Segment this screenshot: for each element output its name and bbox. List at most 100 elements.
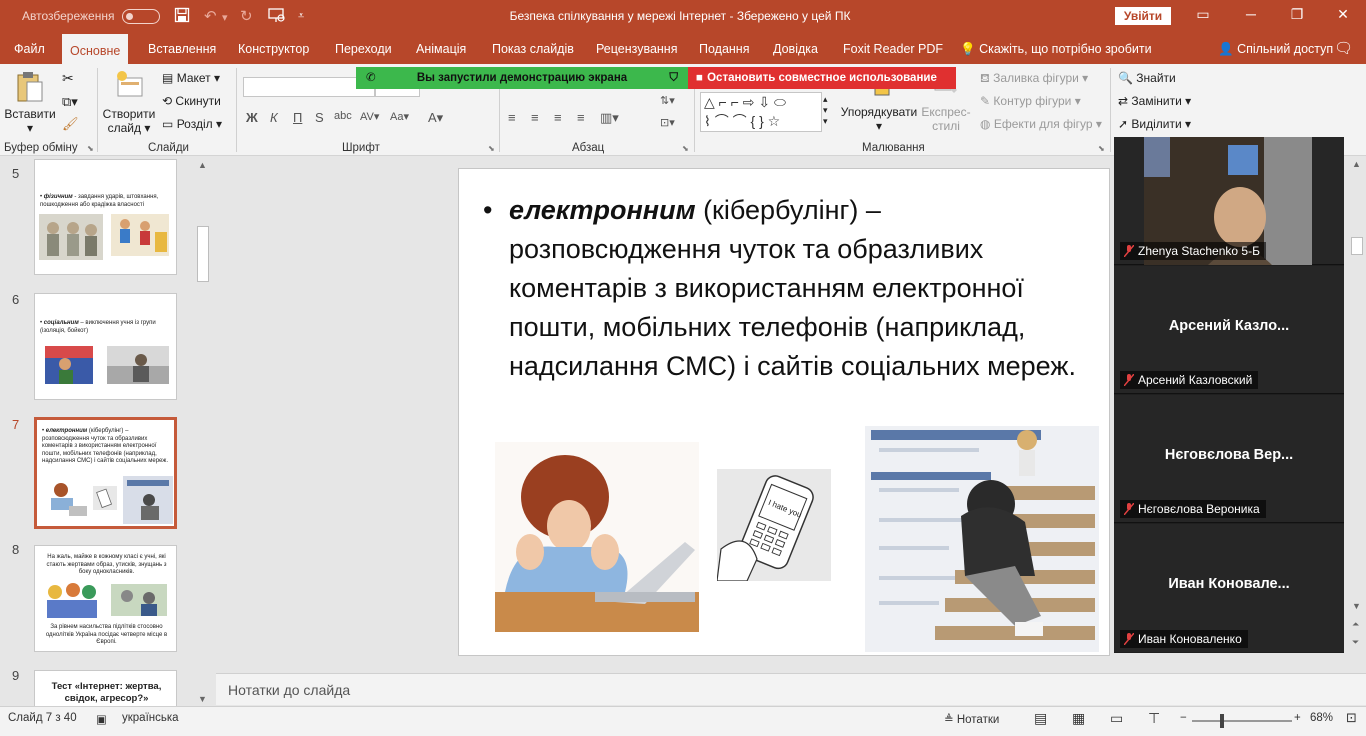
spellcheck-icon[interactable]: ▣	[96, 712, 107, 726]
zoom-slider[interactable]	[1192, 714, 1292, 728]
slide-thumbnail-9[interactable]: Тест «Інтернет: жертва, свідок, агресор?…	[34, 670, 177, 707]
new-slide-button[interactable]: Створити слайд ▾	[100, 70, 158, 135]
char-spacing-icon[interactable]: abc	[334, 110, 352, 122]
scrollbar-thumb[interactable]	[197, 226, 209, 282]
reading-view-icon[interactable]: ▭	[1110, 710, 1123, 727]
participant-tile[interactable]: Нєговєлова Вер... Нєговєлова Вероника	[1114, 395, 1344, 523]
reset-button[interactable]: ⟲ Скинути	[162, 94, 221, 108]
bullet: •	[483, 195, 493, 225]
slideshow-view-icon[interactable]: ⊤	[1148, 710, 1160, 727]
paste-button[interactable]: Вставити ▾	[4, 70, 56, 135]
paragraph-launcher-icon[interactable]: ⬊	[682, 144, 689, 153]
align-text-icon[interactable]: ⊡▾	[660, 116, 675, 129]
slide-thumbnail-6[interactable]: • соціальним – виключення учня із групи …	[34, 293, 177, 400]
scroll-up-icon[interactable]: ▲	[198, 160, 207, 170]
comments-icon[interactable]: 🗨	[1326, 34, 1361, 64]
minimize-icon[interactable]: ─	[1236, 6, 1266, 22]
slide-image-boy-stairs[interactable]	[865, 426, 1099, 652]
slide-thumbnail-7[interactable]: • електронним (кібербулінг) – розповсюдж…	[34, 417, 177, 529]
slide-image-phone[interactable]: I hate you	[717, 469, 831, 581]
restore-icon[interactable]: ❐	[1282, 6, 1312, 23]
drawing-launcher-icon[interactable]: ⬊	[1098, 144, 1105, 153]
notes-toggle[interactable]: ≜ Нотатки	[944, 712, 999, 726]
tab-slideshow[interactable]: Показ слайдів	[484, 34, 582, 64]
scroll-up-icon[interactable]: ▲	[1352, 159, 1361, 169]
participant-tile[interactable]: Иван Коновале... Иван Коноваленко	[1114, 524, 1344, 652]
share-tab[interactable]: 👤 Спільний доступ	[1210, 34, 1341, 64]
participant-tile[interactable]: Арсений Казло... Арсений Казловский	[1114, 266, 1344, 394]
zoom-slider-handle[interactable]	[1220, 714, 1224, 728]
shape-fill-button[interactable]: ⛾ Заливка фігури ▾	[980, 71, 1088, 87]
replace-button[interactable]: ⇄ Замінити ▾	[1118, 94, 1191, 108]
strikethrough-icon[interactable]: S	[315, 110, 324, 125]
clear-formatting-icon[interactable]: A▾	[428, 110, 443, 126]
tab-file[interactable]: Файл	[6, 34, 53, 64]
start-slideshow-icon[interactable]	[268, 7, 286, 27]
slide-image-girl-laptop[interactable]	[495, 442, 699, 632]
character-spacing-icon[interactable]: AV▾	[360, 110, 379, 123]
fit-slide-icon[interactable]: ⊡	[1346, 710, 1357, 726]
format-painter-icon[interactable]: 🖌	[62, 116, 79, 132]
slide-sorter-icon[interactable]: ▦	[1072, 710, 1085, 727]
tab-view[interactable]: Подання	[691, 34, 757, 64]
tab-home[interactable]: Основне	[62, 34, 129, 64]
italic-icon[interactable]: К	[270, 110, 278, 125]
scroll-down-icon[interactable]: ▼	[1352, 601, 1361, 611]
scroll-down-icon[interactable]: ▼	[198, 694, 207, 704]
tell-me-search[interactable]: 💡 Скажіть, що потрібно зробити	[952, 34, 1160, 64]
cut-icon[interactable]: ✂	[62, 70, 74, 87]
shape-outline-button[interactable]: ✎ Контур фігури ▾	[980, 94, 1081, 108]
text-direction-icon[interactable]: ⇅▾	[660, 94, 675, 107]
align-right-icon[interactable]: ≡	[554, 110, 562, 125]
scrollbar-thumb[interactable]	[1351, 237, 1363, 255]
underline-icon[interactable]: П	[293, 110, 302, 125]
ribbon-display-icon[interactable]: ▭	[1188, 6, 1218, 23]
font-launcher-icon[interactable]: ⬊	[488, 144, 495, 153]
slide-thumbnail-8[interactable]: На жаль, майже в кожному класі є учні, я…	[34, 545, 177, 652]
copy-icon[interactable]: ⧉▾	[62, 94, 78, 110]
select-button[interactable]: ➚ Виділити ▾	[1118, 117, 1191, 131]
signin-button[interactable]: Увійти	[1115, 7, 1171, 25]
shape-effects-button[interactable]: ◍ Ефекти для фігур ▾	[980, 117, 1102, 131]
align-left-icon[interactable]: ≡	[508, 110, 516, 125]
tab-insert[interactable]: Вставлення	[140, 34, 224, 64]
next-slide-icon[interactable]: ⏷	[1352, 637, 1359, 648]
justify-icon[interactable]: ≡	[577, 110, 585, 125]
thumbnails-scrollbar[interactable]: ▲ ▼	[196, 160, 210, 704]
customize-qat-icon[interactable]: ⩡	[298, 10, 304, 23]
redo-icon[interactable]: ↻	[240, 7, 253, 25]
slide-thumbnail-5[interactable]: • фізичним - завдання ударів, штовхання,…	[34, 159, 177, 275]
section-button[interactable]: ▭ Розділ ▾	[162, 117, 222, 131]
normal-view-icon[interactable]: ▤	[1034, 710, 1047, 727]
current-slide[interactable]: • електронним (кібербулінг) – розповсюдж…	[458, 168, 1110, 656]
columns-icon[interactable]: ▥▾	[600, 110, 619, 126]
tab-design[interactable]: Конструктор	[230, 34, 317, 64]
zoom-out-icon[interactable]: −	[1180, 712, 1187, 724]
find-button[interactable]: 🔍 Знайти	[1118, 71, 1176, 85]
previous-slide-icon[interactable]: ⏶	[1352, 619, 1359, 630]
tab-help[interactable]: Довідка	[765, 34, 826, 64]
undo-dropdown-icon[interactable]: ▾	[222, 11, 228, 24]
align-center-icon[interactable]: ≡	[531, 110, 539, 125]
zoom-in-icon[interactable]: +	[1294, 712, 1301, 724]
tab-foxit[interactable]: Foxit Reader PDF	[835, 34, 951, 64]
language-indicator[interactable]: українська	[122, 712, 179, 724]
tab-review[interactable]: Рецензування	[588, 34, 685, 64]
stop-sharing-button[interactable]: ■ Остановить совместное использование	[688, 67, 956, 89]
autosave-toggle[interactable]	[122, 9, 160, 24]
tab-animations[interactable]: Анімація	[408, 34, 474, 64]
bold-icon[interactable]: Ж	[246, 110, 258, 125]
tab-transitions[interactable]: Переходи	[327, 34, 400, 64]
participant-tile[interactable]: Zhenya Stachenko 5-Б	[1114, 137, 1344, 265]
slide-scrollbar[interactable]: ▲ ▼ ⏶ ⏷	[1348, 157, 1366, 657]
clipboard-launcher-icon[interactable]: ⬊	[87, 144, 94, 153]
save-icon[interactable]	[174, 7, 190, 27]
undo-icon[interactable]: ↶	[204, 7, 217, 25]
shapes-gallery[interactable]: △ ⌐ ⌐ ⇨ ⇩ ⬭ ⌇ ⌒ ⌒ { } ☆	[700, 92, 822, 132]
change-case-icon[interactable]: Aa▾	[390, 110, 409, 123]
close-icon[interactable]: ✕	[1328, 6, 1358, 23]
notes-pane[interactable]: Нотатки до слайда	[216, 673, 1366, 705]
shapes-gallery-more-icon[interactable]: ▴ ▾ ▾	[823, 94, 828, 127]
layout-button[interactable]: ▤ Макет ▾	[162, 71, 220, 85]
zoom-level[interactable]: 68%	[1310, 712, 1333, 724]
